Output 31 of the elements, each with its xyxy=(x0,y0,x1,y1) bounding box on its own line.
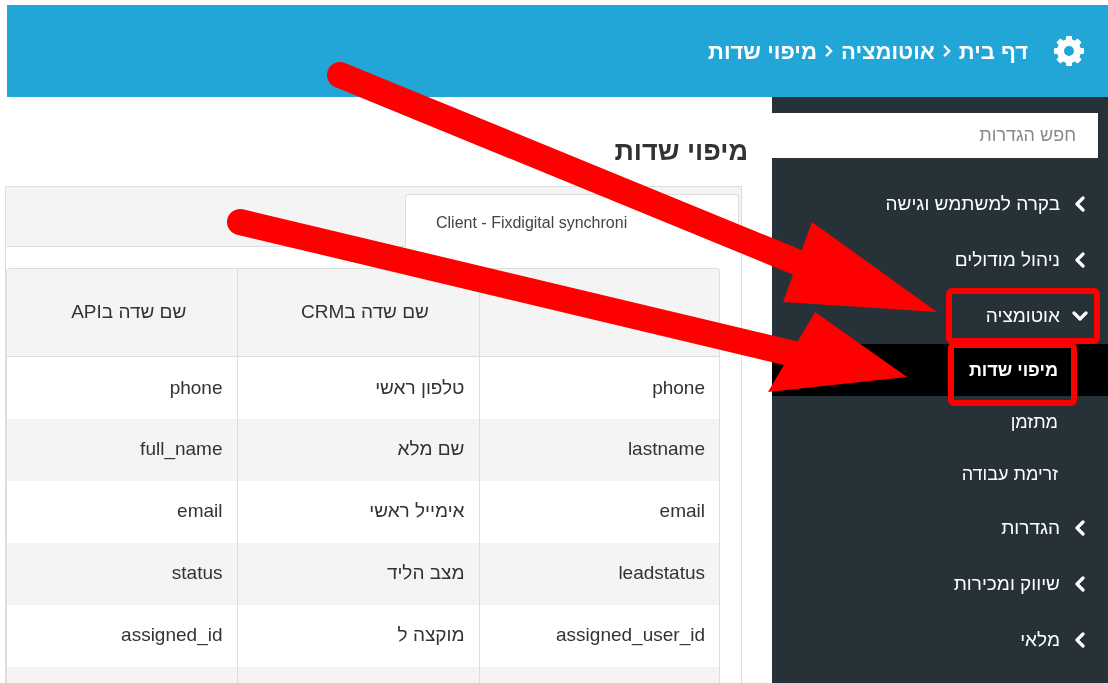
table-cell: full_name xyxy=(6,418,237,481)
table-cell: email xyxy=(6,480,237,543)
sidebar-item[interactable]: אוטומציה xyxy=(985,288,1088,344)
table-cell: מצב הליד xyxy=(237,542,479,605)
sidebar-item[interactable]: הגדרות xyxy=(1001,500,1088,556)
table-cell: phone xyxy=(6,356,237,419)
table-cell: טלפון ראשי xyxy=(237,356,479,419)
settings-icon[interactable] xyxy=(1052,34,1086,68)
table-cell: אימייל ראשי xyxy=(237,480,479,543)
sidebar-item[interactable]: ניהול מודולים xyxy=(954,232,1088,288)
column-header: שם שדה בAPI xyxy=(6,268,237,357)
table-cell: status xyxy=(6,542,237,605)
separator-icon xyxy=(940,45,953,57)
sidebar-item[interactable]: בקרה למשתמש וגישה xyxy=(885,176,1088,232)
table-cell: email xyxy=(479,480,719,543)
chevron-icon xyxy=(1072,252,1088,268)
separator-icon xyxy=(822,45,835,57)
sidebar-subitem[interactable]: מתזמן xyxy=(1010,396,1058,448)
table-cell: lastname xyxy=(479,418,719,481)
page-title: מיפוי שדות xyxy=(613,135,748,168)
table-cell: phone xyxy=(479,356,719,419)
chevron-icon xyxy=(1072,308,1088,324)
sidebar-item[interactable]: מלאי xyxy=(1020,612,1088,668)
sidebar-subitem[interactable]: זרימת עבודה xyxy=(961,448,1058,500)
table-cell: assigned_user_id xyxy=(479,604,719,667)
table-cell: שם מלא xyxy=(237,418,479,481)
table-cell: assigned_id xyxy=(6,604,237,667)
column-header: שם שדה בCRM xyxy=(237,268,479,357)
table-cell: leadstatus xyxy=(479,542,719,605)
table-cell: מוקצה ל xyxy=(237,604,479,667)
sidebar-item[interactable]: שיווק ומכירות xyxy=(953,556,1088,612)
